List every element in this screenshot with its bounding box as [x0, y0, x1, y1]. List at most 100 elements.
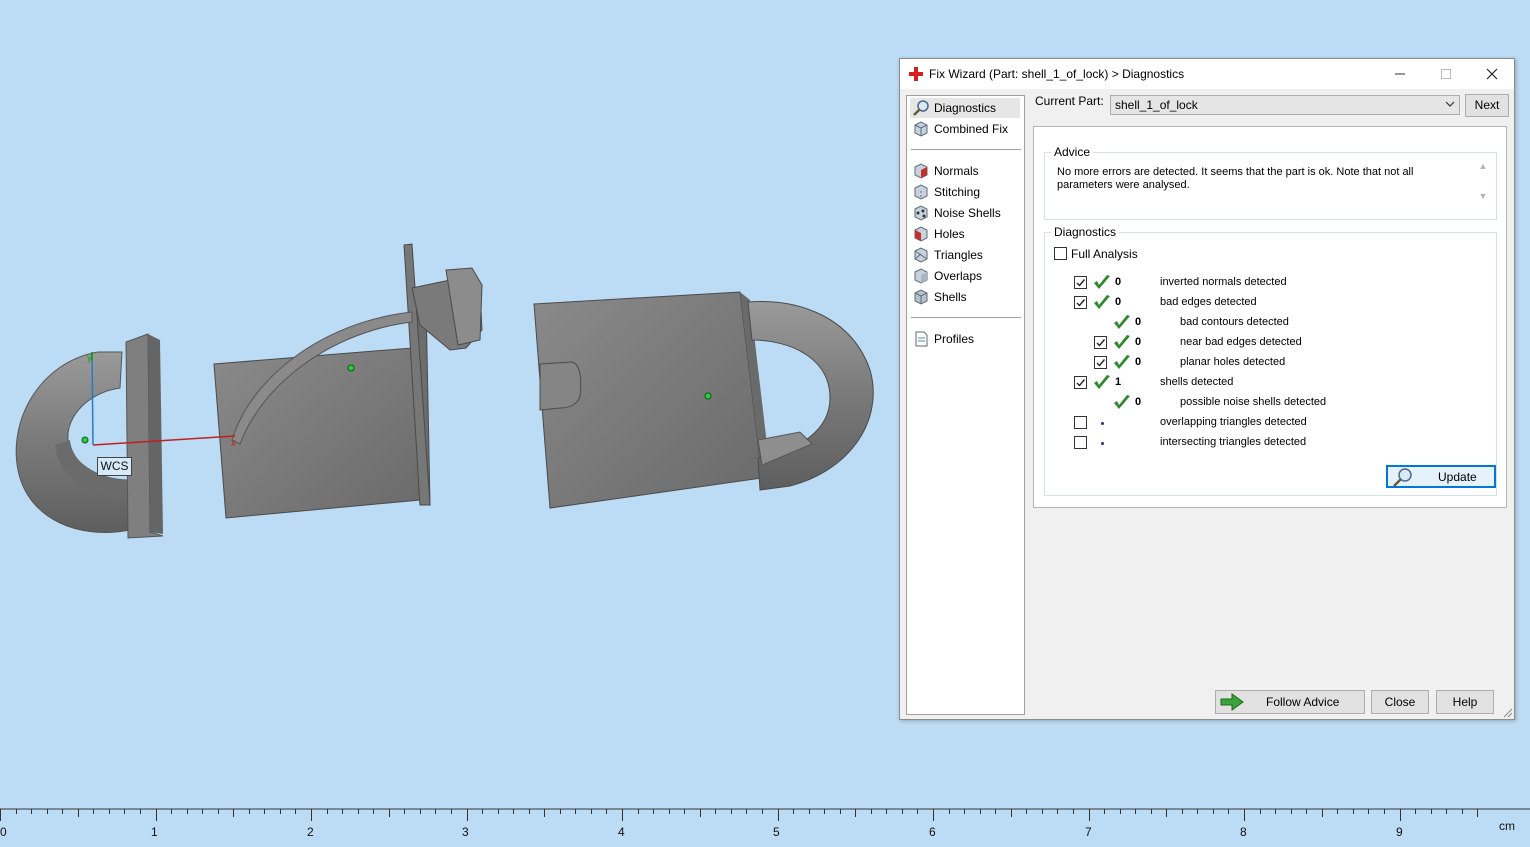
diagnostics-panel: Advice No more errors are detected. It s… [1033, 126, 1507, 508]
diag-row-label: overlapping triangles detected [1160, 416, 1307, 428]
nav-item-combined-fix[interactable]: Combined Fix [910, 119, 1020, 139]
advice-scrollbar[interactable]: ▲ ▼ [1476, 161, 1490, 213]
current-part-label: Current Part: [1035, 94, 1104, 108]
advice-title: Advice [1051, 145, 1094, 159]
diag-row-value: 0 [1135, 316, 1142, 328]
pending-dot-icon [1101, 422, 1104, 425]
nav-item-label: Triangles [934, 248, 983, 262]
overlaps-cube-icon [914, 268, 928, 284]
nav-item-diagnostics[interactable]: Diagnostics [910, 98, 1020, 118]
close-icon [1486, 68, 1498, 80]
diag-row-checkbox[interactable] [1074, 416, 1087, 429]
nav-item-label: Combined Fix [934, 122, 1009, 136]
diag-row-value: 0 [1115, 296, 1122, 308]
ruler-label: 0 [0, 825, 7, 839]
magnifier-icon [913, 100, 929, 116]
update-label: Update [1438, 470, 1477, 484]
diag-row-value: 0 [1135, 396, 1142, 408]
nav-item-label: Normals [934, 164, 979, 178]
nav-item-shells[interactable]: Shells [910, 287, 1020, 307]
diag-row-checkbox[interactable] [1074, 436, 1087, 449]
update-button[interactable]: Update [1386, 465, 1496, 488]
nav-item-triangles[interactable]: Triangles [910, 245, 1020, 265]
checkmark-icon [1096, 359, 1106, 367]
noise-shells-icon [914, 205, 928, 221]
nav-item-label: Noise Shells [934, 206, 1001, 220]
checkmark-icon [1076, 379, 1086, 387]
diag-row-checkbox[interactable] [1094, 356, 1107, 369]
nav-item-profiles[interactable]: Profiles [910, 329, 1020, 349]
centroid-marker [704, 392, 712, 400]
chevron-down-icon [1445, 101, 1455, 107]
centroid-marker [81, 436, 89, 444]
green-check-icon [1114, 315, 1130, 329]
maximize-icon [1441, 69, 1451, 79]
nav-item-holes[interactable]: Holes [910, 224, 1020, 244]
follow-advice-label: Follow Advice [1266, 695, 1340, 709]
magnifier-icon [1393, 468, 1412, 487]
checkmark-icon [1076, 279, 1086, 287]
minimize-button[interactable] [1377, 59, 1423, 89]
ruler-unit: cm [1499, 819, 1515, 833]
lock-body-part-right[interactable] [533, 291, 874, 509]
nav-item-stitching[interactable]: Stitching [910, 182, 1020, 202]
green-check-icon [1094, 375, 1110, 389]
current-part-value: shell_1_of_lock [1115, 98, 1198, 112]
green-check-icon [1114, 335, 1130, 349]
ruler-label: 3 [462, 825, 469, 839]
wcs-label: WCS [97, 457, 132, 476]
nav-divider [911, 317, 1021, 318]
svg-text:y: y [87, 353, 92, 364]
ruler-ticks [0, 808, 1530, 821]
diag-row-label: planar holes detected [1180, 356, 1286, 368]
ruler-label: 5 [773, 825, 780, 839]
fix-wizard-dialog: Fix Wizard (Part: shell_1_of_lock) > Dia… [899, 58, 1515, 720]
resize-grip-icon[interactable] [1501, 706, 1513, 718]
normals-cube-icon [914, 163, 928, 179]
diag-row-value: 1 [1115, 376, 1122, 388]
ruler: 0 1 2 3 4 5 6 7 8 9 cm [0, 805, 1530, 844]
pending-dot-icon [1101, 442, 1104, 445]
diag-row-value: 0 [1115, 276, 1122, 288]
nav-item-normals[interactable]: Normals [910, 161, 1020, 181]
diag-row-checkbox[interactable] [1094, 336, 1107, 349]
next-button[interactable]: Next [1465, 94, 1509, 117]
nav-divider [911, 149, 1021, 150]
cube-icon [914, 121, 928, 137]
help-button[interactable]: Help [1436, 690, 1494, 714]
svg-text:x: x [231, 438, 236, 449]
full-analysis-checkbox[interactable] [1054, 247, 1067, 260]
nav-item-label: Profiles [934, 332, 975, 346]
nav-item-label: Overlaps [934, 269, 983, 283]
lock-body-part-middle[interactable] [213, 243, 483, 519]
close-button[interactable]: Close [1371, 690, 1429, 714]
triangles-cube-icon [914, 247, 928, 263]
advice-text: No more errors are detected. It seems th… [1057, 166, 1414, 191]
follow-advice-button[interactable]: Follow Advice [1215, 690, 1365, 714]
diag-row-checkbox[interactable] [1074, 296, 1087, 309]
diag-row-checkbox[interactable] [1074, 276, 1087, 289]
ruler-label: 9 [1396, 825, 1403, 839]
close-window-button[interactable] [1469, 59, 1515, 89]
shackle-part-left[interactable] [15, 333, 164, 539]
centroid-marker [347, 364, 355, 372]
minimize-icon [1395, 73, 1405, 75]
dialog-title: Fix Wizard (Part: shell_1_of_lock) > Dia… [929, 67, 1185, 81]
nav-item-overlaps[interactable]: Overlaps [910, 266, 1020, 286]
nav-item-label: Holes [934, 227, 965, 241]
red-cross-icon [909, 67, 923, 81]
stitching-cube-icon [914, 184, 928, 200]
green-check-icon [1094, 295, 1110, 309]
green-check-icon [1114, 355, 1130, 369]
scroll-up-icon: ▲ [1478, 161, 1488, 171]
checkmark-icon [1076, 299, 1086, 307]
dialog-titlebar[interactable]: Fix Wizard (Part: shell_1_of_lock) > Dia… [900, 59, 1514, 89]
diag-row-label: bad contours detected [1180, 316, 1289, 328]
ruler-label: 6 [929, 825, 936, 839]
document-icon [915, 331, 928, 347]
diag-row-checkbox[interactable] [1074, 376, 1087, 389]
nav-item-noise-shells[interactable]: Noise Shells [910, 203, 1020, 223]
nav-item-label: Stitching [934, 185, 981, 199]
full-analysis-label: Full Analysis [1071, 247, 1138, 261]
current-part-select[interactable]: shell_1_of_lock [1110, 95, 1460, 115]
